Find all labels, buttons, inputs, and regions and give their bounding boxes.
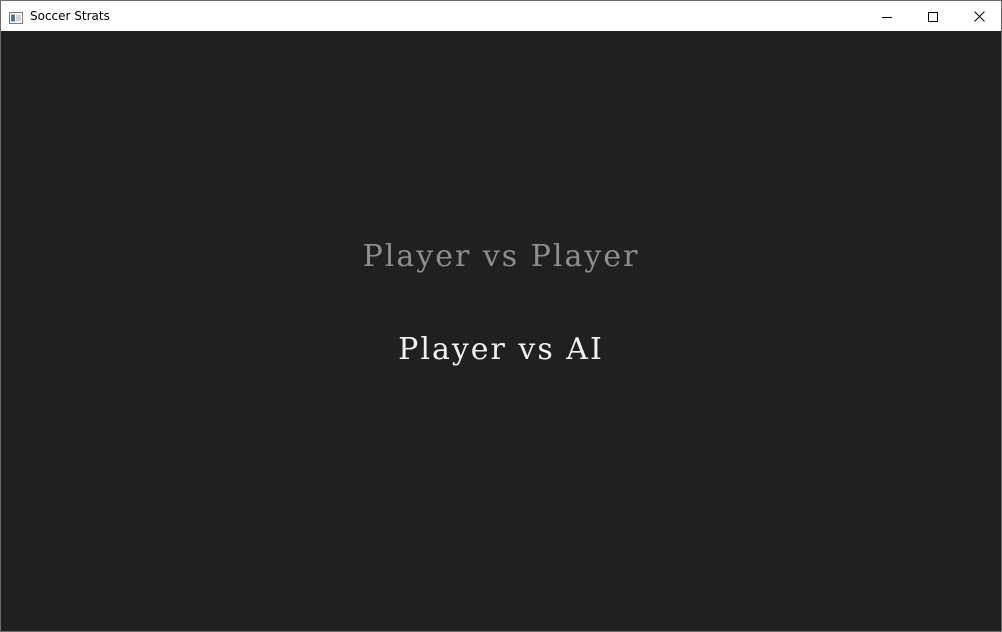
title-bar[interactable]: Soccer Strats	[1, 1, 1001, 31]
window-title: Soccer Strats	[30, 9, 110, 23]
game-canvas: Player vs Player Player vs AI	[1, 31, 1001, 631]
game-window: Soccer Strats Player vs Player Player vs…	[0, 0, 1002, 632]
close-button[interactable]	[956, 1, 1002, 31]
maximize-button[interactable]	[910, 1, 956, 31]
maximize-icon	[928, 7, 938, 26]
close-icon	[973, 7, 985, 26]
app-window-icon	[9, 9, 23, 24]
minimize-button[interactable]	[864, 1, 910, 31]
player-vs-ai-option[interactable]: Player vs AI	[1, 332, 1001, 367]
minimize-icon	[882, 7, 892, 26]
player-vs-player-option[interactable]: Player vs Player	[1, 239, 1001, 274]
